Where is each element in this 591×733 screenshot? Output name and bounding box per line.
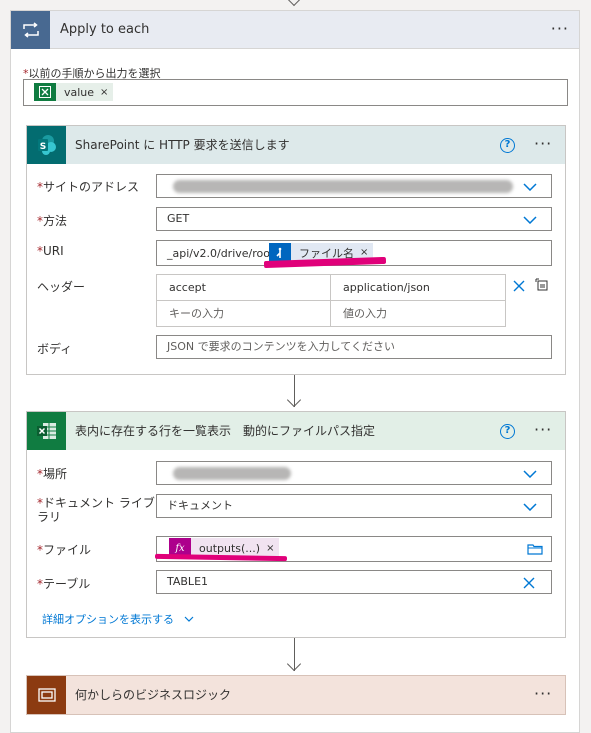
header-value-value: application/json bbox=[343, 281, 430, 294]
select-output-field[interactable]: value × bbox=[23, 79, 568, 106]
clear-table-icon[interactable] bbox=[523, 577, 535, 589]
table-label: *テーブル bbox=[37, 577, 91, 591]
excel-card-title: 表内に存在する行を一覧表示 動的にファイルパス指定 bbox=[75, 424, 376, 438]
redacted-site-address bbox=[173, 180, 513, 193]
header-value-placeholder: 値の入力 bbox=[343, 307, 387, 320]
folder-picker-icon[interactable] bbox=[527, 543, 543, 555]
apply-to-each-title: Apply to each bbox=[60, 22, 150, 37]
delete-header-icon[interactable] bbox=[513, 280, 525, 292]
logic-more-options[interactable]: ··· bbox=[534, 684, 552, 703]
table-field[interactable]: TABLE1 bbox=[156, 570, 552, 594]
excel-card-header[interactable]: 表内に存在する行を一覧表示 動的にファイルパス指定 ? ··· bbox=[27, 412, 565, 450]
sharepoint-help-icon[interactable]: ? bbox=[500, 138, 515, 153]
excel-token-icon bbox=[34, 83, 56, 101]
chevron-down-icon[interactable] bbox=[523, 216, 537, 224]
file-label: *ファイル bbox=[37, 543, 92, 557]
excel-help-icon[interactable]: ? bbox=[500, 424, 515, 439]
body-placeholder: JSON で要求のコンテンツを入力してください bbox=[167, 340, 395, 353]
outputs-token-remove[interactable]: × bbox=[266, 543, 274, 554]
chevron-down-icon[interactable] bbox=[523, 470, 537, 478]
scope-icon bbox=[27, 676, 66, 714]
header-key-field[interactable]: accept bbox=[156, 274, 331, 301]
value-token-label: value bbox=[64, 85, 95, 99]
uri-label: *URI bbox=[37, 244, 64, 258]
value-token[interactable]: value × bbox=[34, 83, 114, 101]
outputs-token-label: outputs(...) bbox=[199, 541, 261, 555]
header-key-value: accept bbox=[169, 281, 206, 294]
method-label: *方法 bbox=[37, 214, 68, 228]
body-field[interactable]: JSON で要求のコンテンツを入力してください bbox=[156, 335, 552, 359]
location-field[interactable] bbox=[156, 461, 552, 485]
user-trigger-icon bbox=[269, 243, 291, 262]
business-logic-title: 何かしらのビジネスロジック bbox=[75, 688, 232, 702]
svg-text:S: S bbox=[39, 142, 45, 152]
connector-arrow bbox=[286, 656, 302, 672]
loop-more-options[interactable]: ··· bbox=[551, 19, 569, 38]
site-address-label: *サイトのアドレス bbox=[37, 180, 140, 194]
sharepoint-icon: S bbox=[27, 126, 66, 164]
filename-token-remove[interactable]: × bbox=[360, 247, 368, 258]
header-key-placeholder: キーの入力 bbox=[169, 307, 224, 320]
excel-more-options[interactable]: ··· bbox=[534, 420, 552, 439]
connector-arrow bbox=[286, 392, 302, 408]
value-token-remove[interactable]: × bbox=[100, 87, 108, 98]
document-library-value: ドキュメント bbox=[167, 499, 233, 512]
excel-icon bbox=[27, 412, 66, 450]
sharepoint-http-card: S SharePoint に HTTP 要求を送信します ? ··· *サイトの… bbox=[26, 125, 566, 375]
location-label: *場所 bbox=[37, 467, 68, 481]
sharepoint-card-header[interactable]: S SharePoint に HTTP 要求を送信します ? ··· bbox=[27, 126, 565, 164]
top-connector-arrow bbox=[286, 0, 302, 7]
redacted-location bbox=[173, 467, 291, 480]
loop-icon bbox=[11, 11, 50, 49]
sharepoint-more-options[interactable]: ··· bbox=[534, 134, 552, 153]
excel-list-rows-card: 表内に存在する行を一覧表示 動的にファイルパス指定 ? ··· *場所 *ドキュ… bbox=[26, 411, 566, 638]
method-value: GET bbox=[167, 212, 190, 225]
business-logic-card[interactable]: 何かしらのビジネスロジック ··· bbox=[26, 675, 566, 715]
chevron-down-icon bbox=[184, 616, 193, 622]
sharepoint-card-title: SharePoint に HTTP 要求を送信します bbox=[75, 138, 290, 152]
document-library-field[interactable]: ドキュメント bbox=[156, 494, 552, 518]
site-address-field[interactable] bbox=[156, 174, 552, 198]
header-value-field[interactable]: application/json bbox=[330, 274, 506, 301]
header-value-input[interactable]: 値の入力 bbox=[330, 300, 506, 327]
headers-label: ヘッダー bbox=[37, 280, 86, 294]
header-key-input[interactable]: キーの入力 bbox=[156, 300, 331, 327]
body-label: ボディ bbox=[37, 342, 73, 356]
document-library-label: *ドキュメント ライブ ラリ bbox=[37, 496, 155, 524]
chevron-down-icon[interactable] bbox=[523, 503, 537, 511]
apply-to-each-header[interactable]: Apply to each ··· bbox=[11, 11, 579, 49]
table-value: TABLE1 bbox=[167, 575, 209, 588]
method-field[interactable]: GET bbox=[156, 207, 552, 231]
chevron-down-icon[interactable] bbox=[523, 183, 537, 191]
switch-text-mode-icon[interactable] bbox=[535, 278, 549, 292]
show-advanced-options-link[interactable]: 詳細オプションを表示する bbox=[42, 611, 194, 627]
apply-to-each-card: Apply to each ··· *以前の手順から出力を選択 value × … bbox=[10, 10, 580, 733]
